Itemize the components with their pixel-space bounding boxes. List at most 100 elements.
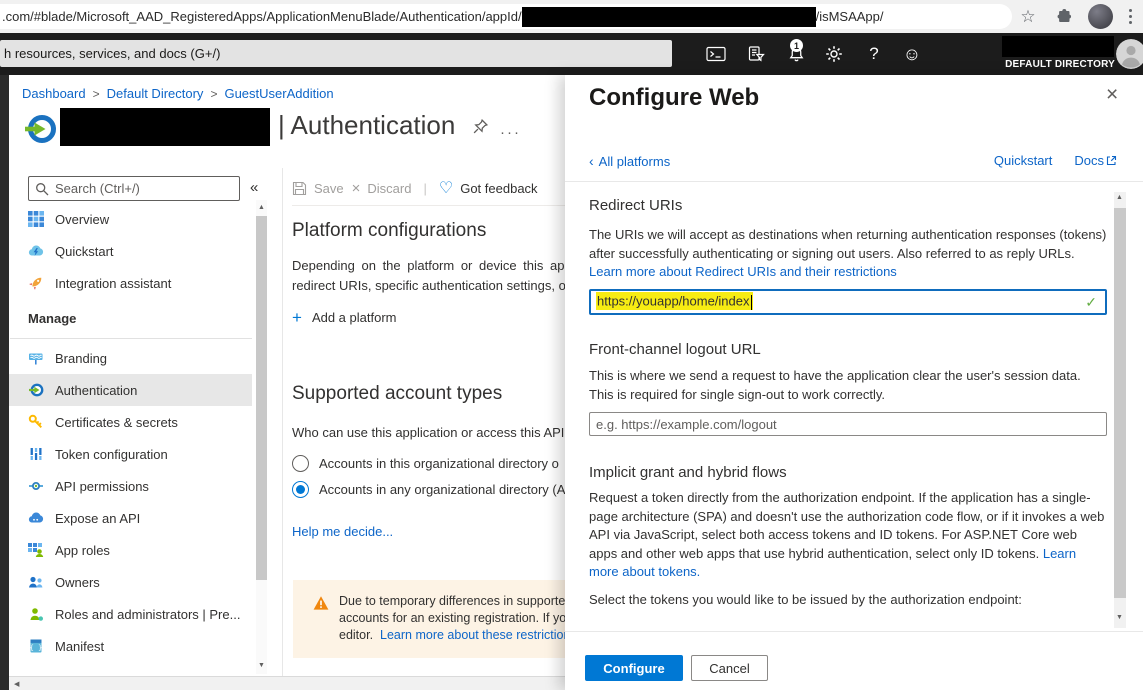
sidebar-item-expose-an-api[interactable]: Expose an API (9, 502, 252, 534)
command-bar-divider (292, 205, 565, 206)
panel-scroll-up-icon[interactable]: ▲ (1116, 194, 1123, 201)
horizontal-scrollbar[interactable]: ◀ (9, 676, 565, 690)
breadcrumb-default-directory[interactable]: Default Directory (107, 86, 204, 101)
save-icon (292, 181, 307, 196)
logout-url-input[interactable] (589, 412, 1107, 436)
chevron-left-icon: ‹ (589, 153, 594, 169)
azure-account-avatar[interactable] (1116, 39, 1143, 69)
close-icon[interactable]: × (1106, 83, 1118, 107)
redirect-uris-learn-more-link[interactable]: Learn more about Redirect URIs and their… (589, 264, 897, 279)
sidebar-item-label: Branding (55, 351, 107, 366)
warning-text: Due to temporary differences in supporte… (339, 593, 565, 658)
radio-label: Accounts in this organizational director… (319, 456, 559, 471)
sidebar-item-roles-administrators[interactable]: Roles and administrators | Pre... (9, 598, 252, 630)
sidebar-item-manifest[interactable]: { } Manifest (9, 630, 252, 662)
owners-icon (28, 574, 44, 590)
panel-footer-divider (565, 631, 1143, 632)
more-options-icon[interactable]: ··· (500, 124, 521, 141)
scroll-down-icon[interactable]: ▼ (258, 662, 265, 669)
cancel-button[interactable]: Cancel (691, 655, 768, 681)
quickstart-link[interactable]: Quickstart (994, 153, 1053, 168)
sidebar-item-label: Certificates & secrets (55, 415, 178, 430)
sidebar-item-label: Manifest (55, 639, 104, 654)
front-channel-logout-description: This is where we send a request to have … (589, 367, 1107, 404)
browser-menu-icon[interactable] (1120, 0, 1140, 33)
overview-icon (28, 211, 44, 227)
directory-filter-icon[interactable] (740, 33, 772, 75)
breadcrumb-dashboard[interactable]: Dashboard (22, 86, 86, 101)
sidebar-item-token-configuration[interactable]: Token configuration (9, 438, 252, 470)
save-button[interactable]: Save (292, 181, 344, 196)
all-platforms-back-link[interactable]: ‹ All platforms (589, 153, 670, 169)
redirect-uri-input[interactable]: https://youapp/home/index ✓ (589, 289, 1107, 315)
collapsed-portal-sidebar[interactable] (0, 75, 9, 690)
app-roles-icon (28, 542, 44, 558)
sidebar-item-integration-assistant[interactable]: Integration assistant (9, 267, 252, 299)
redacted-app-id (522, 7, 816, 27)
discard-button[interactable]: × Discard (352, 180, 412, 197)
rocket-icon (28, 275, 44, 291)
sidebar-item-label: Owners (55, 575, 100, 590)
redirect-uris-description: The URIs we will accept as destinations … (589, 226, 1107, 282)
cloud-shell-icon[interactable] (700, 33, 732, 75)
front-channel-logout-heading: Front-channel logout URL (589, 341, 761, 358)
directory-label: DEFAULT DIRECTORY (1005, 59, 1115, 70)
sidebar-item-quickstart[interactable]: Quickstart (9, 235, 252, 267)
warning-learn-more-link[interactable]: Learn more about these restrictions. (380, 628, 565, 642)
sidebar-item-overview[interactable]: Overview (9, 203, 252, 235)
help-me-decide-link[interactable]: Help me decide... (292, 524, 393, 539)
browser-profile-avatar[interactable] (1088, 4, 1113, 29)
breadcrumb-guestuseraddition[interactable]: GuestUserAddition (224, 86, 333, 101)
sidebar-item-api-permissions[interactable]: API permissions (9, 470, 252, 502)
radio-label: Accounts in any organizational directory… (319, 482, 565, 497)
docs-link[interactable]: Docs (1074, 153, 1104, 168)
url-prefix: .com/#blade/Microsoft_AAD_RegisteredApps… (2, 9, 522, 24)
scroll-left-icon[interactable]: ◀ (14, 680, 19, 688)
notifications-bell-icon[interactable]: 1 (780, 33, 812, 75)
radio-multitenant[interactable]: Accounts in any organizational directory… (292, 481, 565, 498)
panel-header-divider (565, 181, 1143, 182)
radio-unselected-icon[interactable] (292, 455, 309, 472)
sidebar-item-app-roles[interactable]: App roles (9, 534, 252, 566)
pin-icon[interactable] (472, 118, 489, 140)
collapse-menu-icon[interactable]: « (250, 179, 258, 196)
panel-footer: Configure Cancel (565, 646, 1143, 690)
sidebar-item-label: Quickstart (55, 244, 114, 259)
global-search-input[interactable]: h resources, services, and docs (G+/) (0, 40, 672, 67)
help-icon[interactable]: ? (858, 33, 890, 75)
radio-single-tenant[interactable]: Accounts in this organizational director… (292, 455, 565, 472)
roles-administrators-icon (28, 606, 44, 622)
feedback-smiley-icon[interactable]: ☺ (896, 33, 928, 75)
extensions-puzzle-icon[interactable] (1052, 0, 1076, 33)
sidebar-scrollbar-thumb[interactable] (256, 216, 267, 580)
sidebar-item-authentication[interactable]: Authentication (9, 374, 252, 406)
blade-search-box[interactable] (28, 176, 240, 201)
sidebar-item-branding[interactable]: Branding (9, 342, 252, 374)
global-search-text: h resources, services, and docs (G+/) (4, 46, 220, 61)
sidebar-item-certificates-secrets[interactable]: Certificates & secrets (9, 406, 252, 438)
panel-scrollbar-thumb[interactable] (1114, 208, 1126, 598)
url-suffix: /isMSAApp/ (816, 9, 884, 24)
warning-message-bar: Due to temporary differences in supporte… (293, 580, 565, 658)
address-bar[interactable]: .com/#blade/Microsoft_AAD_RegisteredApps… (0, 4, 1012, 29)
panel-scroll-down-icon[interactable]: ▼ (1116, 614, 1123, 621)
implicit-grant-heading: Implicit grant and hybrid flows (589, 464, 787, 481)
sidebar-item-owners[interactable]: Owners (9, 566, 252, 598)
add-platform-button[interactable]: + Add a platform (292, 309, 396, 326)
supported-account-types-heading: Supported account types (292, 383, 502, 405)
bookmark-star-icon[interactable]: ☆ (1016, 0, 1040, 33)
scroll-up-icon[interactable]: ▲ (258, 204, 265, 211)
configure-button[interactable]: Configure (585, 655, 683, 681)
sidebar-item-label: Expose an API (55, 511, 140, 526)
cloud-icon (28, 510, 44, 526)
got-feedback-button[interactable]: ♡ Got feedback (439, 178, 538, 198)
plus-icon: + (292, 309, 302, 326)
radio-selected-icon[interactable] (292, 481, 309, 498)
heart-icon: ♡ (439, 178, 453, 198)
sidebar-item-label: Overview (55, 212, 109, 227)
notification-count-badge: 1 (790, 39, 803, 52)
breadcrumb-separator: > (210, 87, 217, 101)
account-types-question: Who can use this application or access t… (292, 423, 565, 443)
search-input[interactable] (55, 181, 225, 196)
settings-gear-icon[interactable] (818, 33, 850, 75)
